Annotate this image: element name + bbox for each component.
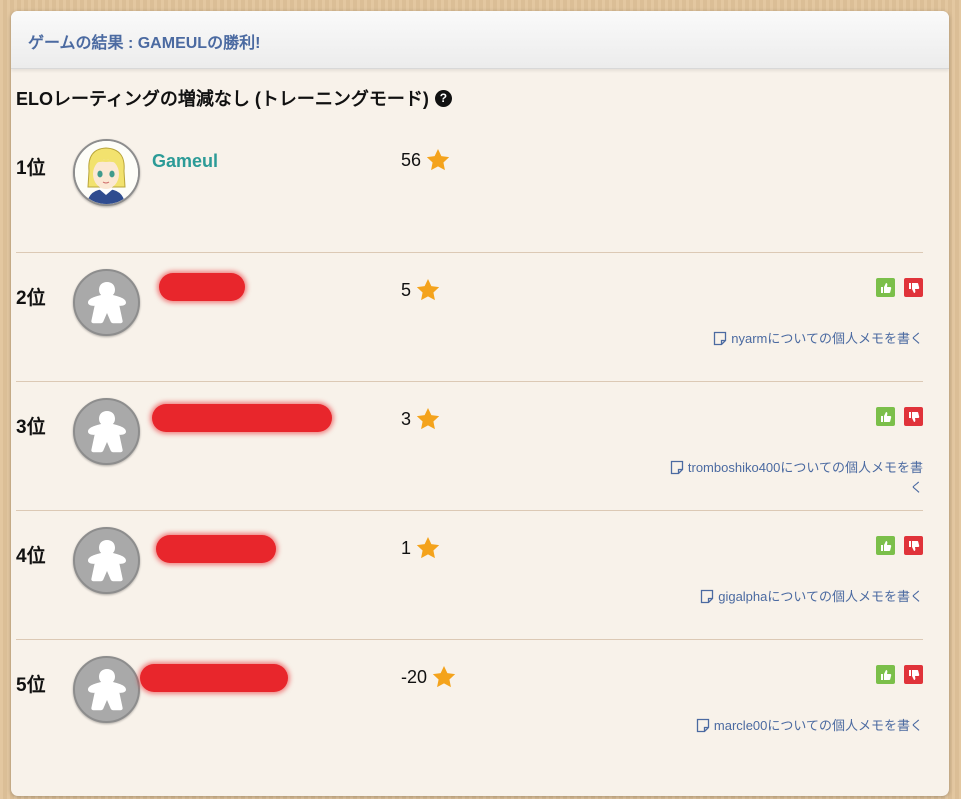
thumbs-up-icon <box>880 282 891 293</box>
memo-text: marcle00についての個人メモを書く <box>713 718 923 733</box>
memo-text: gigalphaについての個人メモを書く <box>718 589 923 604</box>
thumbs-down-button[interactable] <box>904 278 923 297</box>
note-icon <box>696 718 710 733</box>
rating-buttons <box>876 665 923 684</box>
question-circle-icon[interactable]: ? <box>434 89 452 107</box>
thumbs-up-button[interactable] <box>876 665 895 684</box>
thumbs-up-icon <box>880 669 891 680</box>
player-avatar[interactable] <box>73 398 140 465</box>
player-avatar[interactable] <box>73 139 140 206</box>
rating-buttons <box>876 278 923 297</box>
player-score: 1 <box>401 535 441 561</box>
elo-mode-line: ELOレーティングの増減なし (トレーニングモード) ? <box>16 85 452 111</box>
player-score: 5 <box>401 277 441 303</box>
memo-text: nyarmについての個人メモを書く <box>731 331 923 346</box>
thumbs-up-button[interactable] <box>876 536 895 555</box>
anime-character-icon <box>75 141 138 204</box>
note-icon <box>701 589 714 604</box>
player-name-winner[interactable]: Gameul <box>152 151 218 172</box>
personal-memo-link[interactable]: gigalphaについての個人メモを書く <box>663 587 923 607</box>
panel-header: ゲームの結果 : GAMEULの勝利! <box>11 11 949 69</box>
meeple-icon <box>88 282 126 324</box>
thumbs-up-button[interactable] <box>876 278 895 297</box>
personal-memo-link[interactable]: marcle00についての個人メモを書く <box>663 716 923 736</box>
thumbs-down-icon <box>908 411 919 422</box>
player-avatar[interactable] <box>73 269 140 336</box>
star-icon <box>426 148 450 171</box>
rank-label: 5位 <box>16 675 46 696</box>
thumbs-up-button[interactable] <box>876 407 895 426</box>
rank-label: 3位 <box>16 417 46 438</box>
player-row-3: 3位 3 tromboshiko400についての個人メモを書く <box>16 381 923 510</box>
player-avatar[interactable] <box>73 656 140 723</box>
player-avatar[interactable] <box>73 527 140 594</box>
player-row-5: 5位 -20 marcle00についての個人メモを書く <box>16 639 923 768</box>
score-value: 1 <box>401 537 412 558</box>
rank-label: 4位 <box>16 546 46 567</box>
redacted-player-name <box>159 273 245 301</box>
star-icon <box>416 536 440 559</box>
score-value: 5 <box>401 279 412 300</box>
note-icon <box>714 331 727 346</box>
meeple-icon <box>88 411 126 453</box>
score-value: 3 <box>401 408 412 429</box>
redacted-player-name <box>152 404 332 432</box>
personal-memo-link[interactable]: tromboshiko400についての個人メモを書く <box>663 458 923 498</box>
thumbs-down-button[interactable] <box>904 407 923 426</box>
memo-text: tromboshiko400についての個人メモを書く <box>687 460 923 495</box>
rank-label: 1位 <box>16 158 46 179</box>
score-value: 56 <box>401 149 422 170</box>
rating-buttons <box>876 536 923 555</box>
meeple-icon <box>88 540 126 582</box>
personal-memo-link[interactable]: nyarmについての個人メモを書く <box>663 329 923 349</box>
thumbs-up-icon <box>880 411 891 422</box>
player-score: -20 <box>401 664 457 690</box>
star-icon <box>416 407 440 430</box>
redacted-player-name <box>140 664 288 692</box>
thumbs-down-icon <box>908 282 919 293</box>
rank-label: 2位 <box>16 288 46 309</box>
thumbs-down-button[interactable] <box>904 536 923 555</box>
rating-buttons <box>876 407 923 426</box>
player-score: 56 <box>401 147 451 173</box>
score-value: -20 <box>401 666 428 687</box>
thumbs-up-icon <box>880 540 891 551</box>
star-icon <box>432 665 456 688</box>
note-icon <box>670 460 684 475</box>
player-row-2: 2位 5 nyarmについての個人メモを書く <box>16 252 923 381</box>
player-row-1: 1位 Gameul 56 <box>16 137 923 253</box>
thumbs-down-icon <box>908 540 919 551</box>
thumbs-down-icon <box>908 669 919 680</box>
thumbs-down-button[interactable] <box>904 665 923 684</box>
elo-mode-text: ELOレーティングの増減なし (トレーニングモード) <box>16 89 429 109</box>
star-icon <box>416 278 440 301</box>
meeple-icon <box>88 669 126 711</box>
panel-title: ゲームの結果 : GAMEULの勝利! <box>28 35 261 52</box>
player-row-4: 4位 1 gigalphaについての個人メモを書く <box>16 510 923 639</box>
player-score: 3 <box>401 406 441 432</box>
redacted-player-name <box>156 535 276 563</box>
